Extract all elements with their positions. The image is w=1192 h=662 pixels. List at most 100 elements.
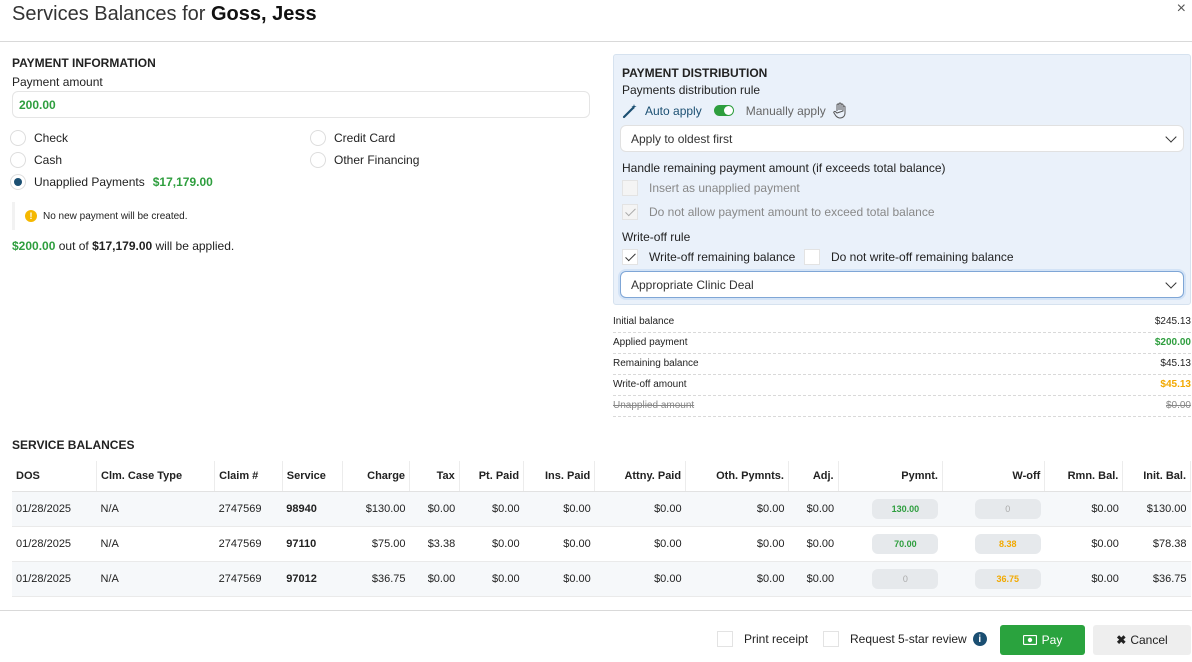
title-prefix: Services Balances for [12,3,206,25]
payment-input[interactable]: 70.00 [872,533,939,554]
request-review-checkbox[interactable] [823,631,839,647]
service-code-link[interactable]: 98940 [282,491,342,527]
writeoff-rule-label: Write-off rule [622,230,691,244]
cell-init-bal: $36.75 [1122,561,1191,597]
radio-dot [10,152,26,168]
insert-unapplied-option[interactable]: Insert as unapplied payment [622,180,800,196]
col-oth-pymnts[interactable]: Oth. Pymnts. [685,461,789,492]
insert-unapplied-label: Insert as unapplied payment [649,181,800,195]
not-exceed-checkbox[interactable] [622,204,638,220]
cell-claim: 2747569 [214,491,283,527]
payment-input[interactable]: 0 [872,568,939,589]
pay-label: Pay [1041,633,1063,647]
distribution-rule-select[interactable]: Apply to oldest first [620,125,1184,152]
method-unapplied-radio[interactable]: Unapplied Payments $17,179.00 [10,174,213,190]
col-pt-paid[interactable]: Pt. Paid [459,461,525,492]
radio-dot [310,152,326,168]
applied-summary: $200.00 out of $17,179.00 will be applie… [12,239,234,253]
summary-label: Write-off amount [613,379,687,390]
request-review-option[interactable]: Request 5-star review i [823,631,987,647]
col-case-type[interactable]: Clm. Case Type [96,461,216,492]
cell-init-bal: $130.00 [1122,491,1191,527]
summary-label: Remaining balance [613,358,699,369]
cell-pymnt: 70.00 [838,526,943,562]
no-writeoff-checkbox[interactable] [804,249,820,265]
service-balances-title: SERVICE BALANCES [12,438,135,452]
cell-woff: 8.38 [942,526,1045,562]
summary-value: $200.00 [1154,337,1191,348]
close-icon: ✖ [1116,633,1127,647]
col-adj[interactable]: Adj. [788,461,839,492]
payment-amount-input[interactable]: 200.00 [12,91,590,118]
close-icon[interactable]: × [1177,0,1186,18]
distribution-rule-value: Apply to oldest first [631,132,733,146]
method-credit-card-radio[interactable]: Credit Card [310,130,395,146]
col-tax[interactable]: Tax [409,461,460,492]
magic-wand-icon [622,103,637,118]
writeoff-input[interactable]: 0 [974,498,1041,519]
info-icon[interactable]: i [972,632,987,646]
info-icon: ! [25,210,37,222]
summary-value: $245.13 [1154,316,1191,327]
cell-charge: $75.00 [342,526,410,562]
writeoff-input[interactable]: 8.38 [974,533,1041,554]
print-receipt-checkbox[interactable] [717,631,733,647]
service-code-link[interactable]: 97110 [282,526,342,562]
col-service[interactable]: Service [282,461,343,492]
table-row: 01/28/2025 N/A 2747569 98940 $130.00 $0.… [12,491,1191,527]
summary-label: Unapplied amount [613,400,695,411]
col-pymnt[interactable]: Pymnt. [838,461,943,492]
summary-value: $45.13 [1160,379,1191,390]
balance-summary: Initial balance $245.13 Applied payment … [613,312,1191,417]
col-ins-paid[interactable]: Ins. Paid [523,461,596,492]
cell-dos: 01/28/2025 [12,526,97,562]
no-writeoff-option[interactable]: Do not write-off remaining balance [804,249,1014,265]
service-code-link[interactable]: 97012 [282,561,342,597]
apply-mode-toggle[interactable] [713,105,734,116]
print-receipt-option[interactable]: Print receipt [717,631,808,647]
col-attny-paid[interactable]: Attny. Paid [594,461,687,492]
hand-icon [833,102,846,119]
payment-input[interactable]: 130.00 [872,498,939,519]
unapplied-amount: $17,179.00 [152,175,213,189]
cell-case-type: N/A [96,491,215,527]
writeoff-option[interactable]: Write-off remaining balance [622,249,795,265]
summary-row-applied: Applied payment $200.00 [613,333,1191,354]
col-init-bal[interactable]: Init. Bal. [1122,461,1191,492]
cell-adj: $0.00 [788,491,839,527]
summary-label: Applied payment [613,337,688,348]
cell-dos: 01/28/2025 [12,491,97,527]
col-rmn-bal[interactable]: Rmn. Bal. [1044,461,1124,492]
cell-ins-paid: $0.00 [523,491,595,527]
method-other-financing-label: Other Financing [334,153,420,167]
writeoff-input[interactable]: 36.75 [974,568,1041,589]
writeoff-reason-value: Appropriate Clinic Deal [631,278,754,292]
writeoff-checkbox[interactable] [622,249,638,265]
cell-pt-paid: $0.00 [459,526,524,562]
cell-attny-paid: $0.00 [594,491,686,527]
col-dos[interactable]: DOS [12,461,98,492]
method-other-financing-radio[interactable]: Other Financing [310,152,420,168]
writeoff-reason-select[interactable]: Appropriate Clinic Deal [620,271,1184,298]
cell-ins-paid: $0.00 [523,561,595,597]
cell-pymnt: 0 [838,561,943,597]
pay-button[interactable]: Pay [1000,625,1085,655]
cancel-button[interactable]: ✖ Cancel [1093,625,1191,655]
not-exceed-option[interactable]: Do not allow payment amount to exceed to… [622,204,935,220]
modal-footer: Print receipt Request 5-star review i Pa… [0,610,1192,662]
col-claim[interactable]: Claim # [214,461,283,492]
applied-amount: $200.00 [12,239,56,253]
method-check-radio[interactable]: Check [10,130,68,146]
col-woff[interactable]: W-off [942,461,1046,492]
cell-pymnt: 130.00 [838,491,943,527]
patient-name: Goss, Jess [210,3,317,25]
page-title: Services Balances for Goss, Jess [12,3,317,26]
cell-rmn-bal: $0.00 [1044,526,1123,562]
method-cash-radio[interactable]: Cash [10,152,62,168]
cell-rmn-bal: $0.00 [1044,491,1123,527]
insert-unapplied-checkbox[interactable] [622,180,638,196]
cell-woff: 36.75 [942,561,1045,597]
method-unapplied-label: Unapplied Payments [34,175,145,189]
cell-tax: $0.00 [409,491,460,527]
col-charge[interactable]: Charge [342,461,411,492]
